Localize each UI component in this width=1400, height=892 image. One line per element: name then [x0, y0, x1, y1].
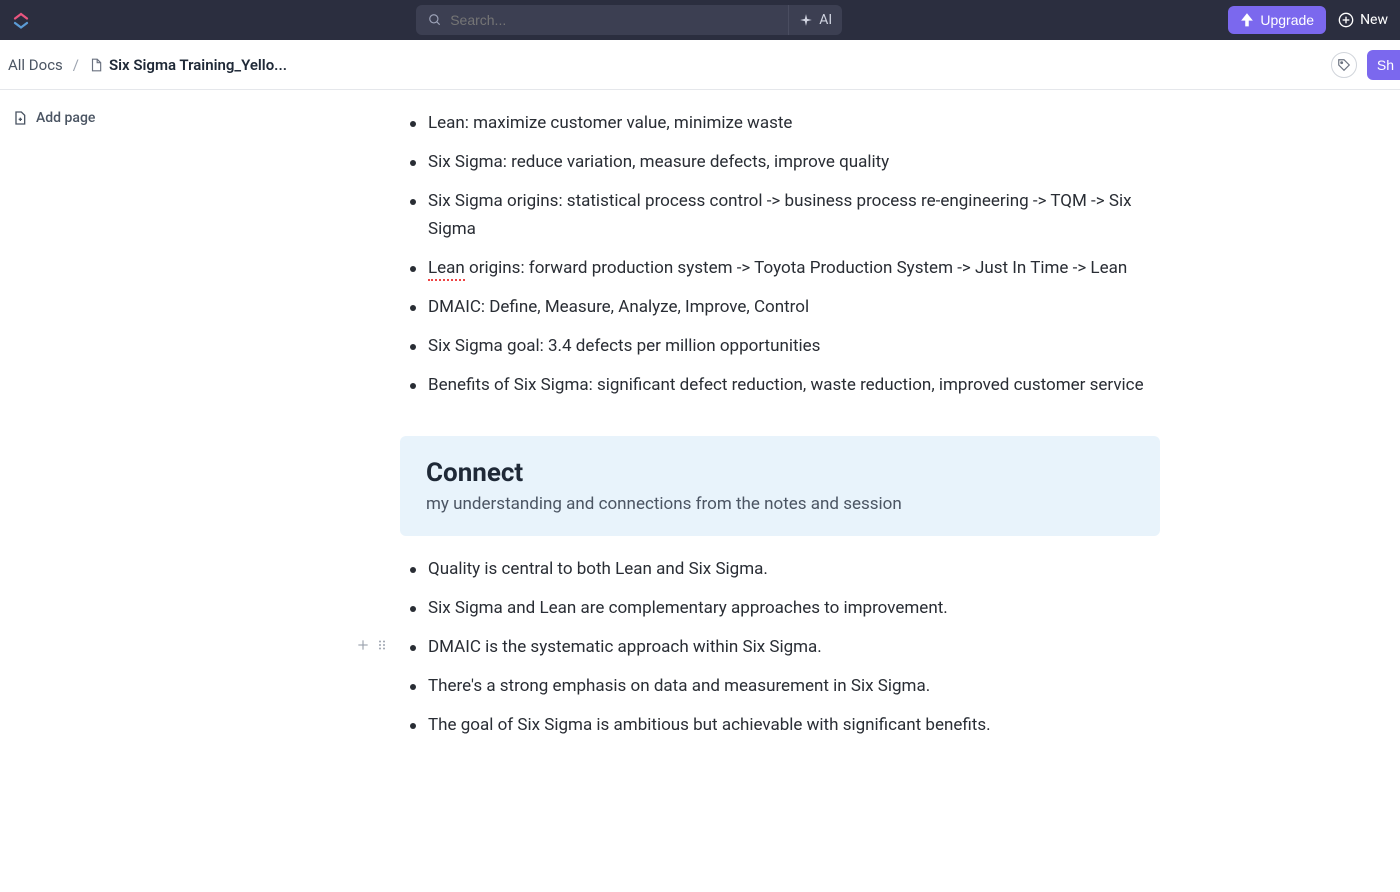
list-item[interactable]: Lean origins: forward production system … — [400, 255, 1160, 282]
drag-handle[interactable] — [376, 638, 388, 652]
plus-circle-icon — [1338, 12, 1354, 28]
breadcrumb-separator: / — [73, 56, 79, 74]
list-item[interactable]: The goal of Six Sigma is ambitious but a… — [400, 712, 1160, 739]
content: Lean: maximize customer value, minimize … — [180, 90, 1400, 892]
sidebar: Add page — [0, 90, 180, 892]
list-item-text: origins: forward production system -> To… — [465, 258, 1127, 278]
connect-list: Quality is central to both Lean and Six … — [400, 556, 1160, 740]
search-box[interactable] — [416, 5, 796, 35]
ai-label: AI — [819, 12, 832, 28]
list-item[interactable]: Lean: maximize customer value, minimize … — [400, 110, 1160, 137]
breadcrumb-bar: All Docs / Six Sigma Training_Yello... S… — [0, 40, 1400, 90]
connect-box[interactable]: Connect my understanding and connections… — [400, 436, 1160, 536]
row-controls — [356, 638, 388, 652]
add-page-button[interactable]: Add page — [12, 110, 168, 126]
breadcrumb-current-label: Six Sigma Training_Yello... — [109, 56, 287, 74]
list-item[interactable]: DMAIC is the systematic approach within … — [400, 634, 1160, 661]
sparkle-icon — [799, 13, 813, 27]
top-right: Upgrade New — [1228, 6, 1388, 34]
notes-list: Lean: maximize customer value, minimize … — [400, 110, 1160, 400]
top-center: AI — [42, 5, 1216, 35]
document-icon — [89, 57, 103, 73]
new-button[interactable]: New — [1338, 12, 1388, 28]
list-item[interactable]: Benefits of Six Sigma: significant defec… — [400, 372, 1160, 399]
add-row-button[interactable] — [356, 638, 370, 652]
list-item[interactable]: Quality is central to both Lean and Six … — [400, 556, 1160, 583]
list-item[interactable]: Six Sigma goal: 3.4 defects per million … — [400, 333, 1160, 360]
share-button[interactable]: Sh — [1367, 50, 1400, 80]
search-icon — [428, 13, 442, 27]
spellcheck-word[interactable]: Lean — [428, 258, 465, 281]
add-page-label: Add page — [36, 110, 95, 126]
list-item[interactable]: Six Sigma origins: statistical process c… — [400, 188, 1160, 242]
ai-button[interactable]: AI — [788, 5, 842, 35]
search-input[interactable] — [450, 12, 784, 28]
upgrade-icon — [1240, 13, 1254, 27]
breadcrumb-actions: Sh — [1331, 50, 1392, 80]
breadcrumb-current[interactable]: Six Sigma Training_Yello... — [89, 56, 287, 74]
connect-title[interactable]: Connect — [426, 458, 1134, 488]
connect-subtitle[interactable]: my understanding and connections from th… — [426, 494, 1134, 514]
drag-handle-icon — [376, 638, 388, 652]
add-page-icon — [12, 110, 28, 126]
list-item[interactable]: Six Sigma: reduce variation, measure def… — [400, 149, 1160, 176]
tag-button[interactable] — [1331, 52, 1357, 78]
upgrade-label: Upgrade — [1260, 12, 1314, 28]
main-area: Add page Lean: maximize customer value, … — [0, 90, 1400, 892]
plus-icon — [356, 638, 370, 652]
list-item[interactable]: DMAIC: Define, Measure, Analyze, Improve… — [400, 294, 1160, 321]
search-wrap: AI — [416, 5, 842, 35]
clickup-logo-icon — [12, 11, 30, 29]
list-item[interactable]: There's a strong emphasis on data and me… — [400, 673, 1160, 700]
upgrade-button[interactable]: Upgrade — [1228, 6, 1326, 34]
breadcrumb: All Docs / Six Sigma Training_Yello... — [8, 56, 287, 74]
tag-icon — [1337, 58, 1351, 72]
new-label: New — [1360, 12, 1388, 28]
list-item[interactable]: Six Sigma and Lean are complementary app… — [400, 595, 1160, 622]
doc-container[interactable]: Lean: maximize customer value, minimize … — [400, 110, 1160, 739]
top-bar: AI Upgrade New — [0, 0, 1400, 40]
breadcrumb-root[interactable]: All Docs — [8, 56, 63, 74]
app-logo[interactable] — [12, 11, 30, 29]
